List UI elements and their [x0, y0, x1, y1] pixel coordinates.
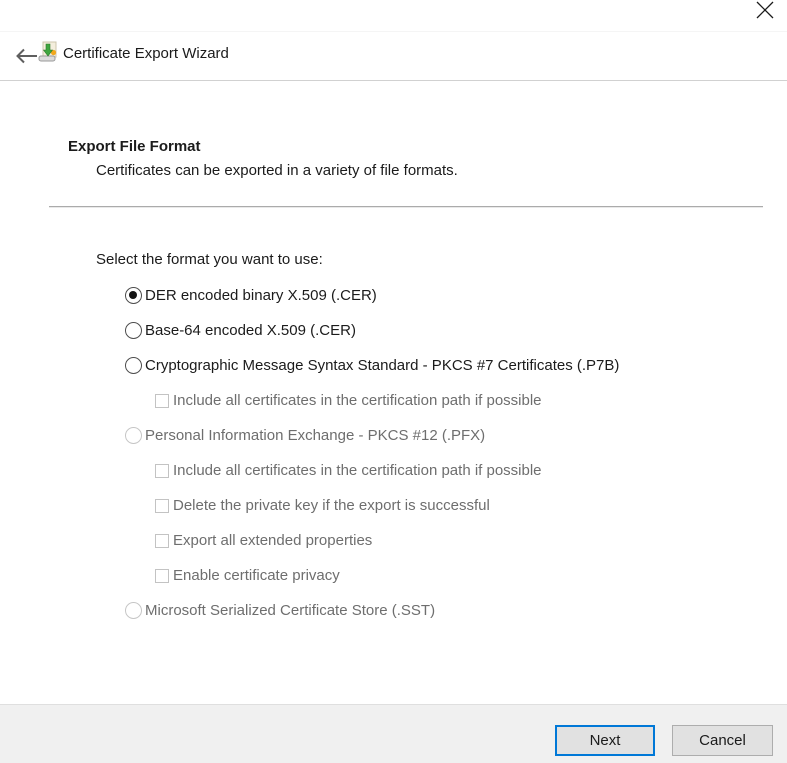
- format-prompt: Select the format you want to use:: [96, 251, 323, 268]
- option-label: Personal Information Exchange - PKCS #12…: [145, 427, 486, 444]
- format-checkbox-option: Export all extended properties: [0, 530, 787, 551]
- option-label: Microsoft Serialized Certificate Store (…: [145, 602, 436, 619]
- certificate-export-wizard-window: Certificate Export Wizard Export File Fo…: [0, 0, 787, 763]
- close-icon: [756, 1, 774, 19]
- format-checkbox-option: Enable certificate privacy: [0, 565, 787, 586]
- checkbox-icon: [155, 533, 169, 548]
- radio-icon: [125, 427, 142, 444]
- format-checkbox-option: Delete the private key if the export is …: [0, 495, 787, 516]
- checkbox-icon: [155, 498, 169, 513]
- format-options: DER encoded binary X.509 (.CER) Base-64 e…: [0, 285, 787, 635]
- option-label: Include all certificates in the certific…: [173, 462, 542, 479]
- certificate-export-icon: [38, 41, 57, 62]
- radio-icon: [125, 602, 142, 619]
- radio-selected-icon[interactable]: [125, 287, 142, 304]
- radio-icon[interactable]: [125, 322, 142, 339]
- page-title: Certificate Export Wizard: [63, 45, 229, 62]
- format-radio-option[interactable]: Base-64 encoded X.509 (.CER): [0, 320, 787, 341]
- section-divider: [49, 206, 763, 207]
- option-label: Export all extended properties: [173, 532, 373, 549]
- format-radio-option: Personal Information Exchange - PKCS #12…: [0, 425, 787, 446]
- format-radio-option[interactable]: Cryptographic Message Syntax Standard - …: [0, 355, 787, 376]
- next-button[interactable]: Next: [555, 725, 655, 756]
- format-checkbox-option: Include all certificates in the certific…: [0, 390, 787, 411]
- format-radio-option[interactable]: DER encoded binary X.509 (.CER): [0, 285, 787, 306]
- footer-bar: Next Cancel: [0, 704, 787, 763]
- titlebar: [0, 0, 787, 32]
- option-label: Include all certificates in the certific…: [173, 392, 542, 409]
- format-radio-option: Microsoft Serialized Certificate Store (…: [0, 600, 787, 621]
- checkbox-icon: [155, 463, 169, 478]
- format-checkbox-option: Include all certificates in the certific…: [0, 460, 787, 481]
- option-label: Enable certificate privacy: [173, 567, 340, 584]
- checkbox-icon: [155, 568, 169, 583]
- section-description: Certificates can be exported in a variet…: [96, 162, 458, 179]
- option-label: Cryptographic Message Syntax Standard - …: [145, 357, 620, 374]
- option-label: DER encoded binary X.509 (.CER): [145, 287, 377, 304]
- option-label: Base-64 encoded X.509 (.CER): [145, 322, 356, 339]
- close-button[interactable]: [751, 0, 779, 23]
- checkbox-icon: [155, 393, 169, 408]
- option-label: Delete the private key if the export is …: [173, 497, 490, 514]
- wizard-header: Certificate Export Wizard: [0, 32, 787, 81]
- section-heading: Export File Format: [68, 138, 201, 155]
- radio-icon[interactable]: [125, 357, 142, 374]
- cancel-button[interactable]: Cancel: [672, 725, 773, 756]
